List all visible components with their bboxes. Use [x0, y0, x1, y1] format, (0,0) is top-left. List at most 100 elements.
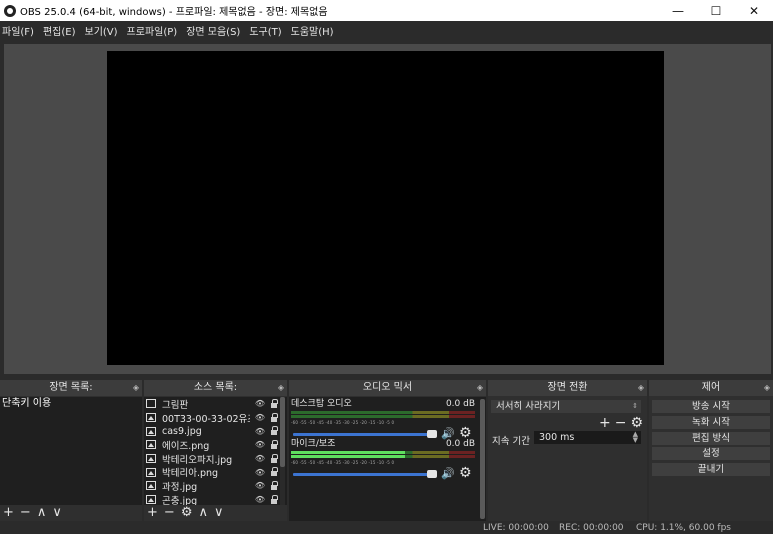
source-list-scrollbar[interactable]	[280, 397, 285, 505]
studio-mode-button[interactable]: 편집 방식	[652, 432, 770, 445]
volume-slider-handle[interactable]	[427, 430, 437, 438]
duration-spinbox[interactable]: 300 ms ▲ ▼	[534, 431, 641, 444]
source-name: cas9.jpg	[162, 425, 202, 437]
dock-float-icon[interactable]: ◈	[638, 380, 644, 396]
menu-file[interactable]: 파일(F)	[2, 23, 34, 38]
audio-mixer-header: 오디오 믹서 ◈	[289, 380, 486, 396]
source-item[interactable]: 과정.jpg 👁	[144, 479, 287, 493]
dock-float-icon[interactable]: ◈	[477, 380, 483, 396]
title-bar: OBS 25.0.4 (64-bit, windows) - 프로파일: 제목없…	[0, 0, 773, 21]
minimize-button[interactable]: —	[659, 0, 697, 21]
scene-transitions-dock: 장면 전환 ◈ 서서히 사라지기 ⇕ + − ⚙ 지속 기간 300 ms ▲ ▼	[488, 380, 647, 521]
dock-float-icon[interactable]: ◈	[764, 380, 770, 396]
lock-icon[interactable]	[271, 426, 278, 436]
visibility-eye-icon[interactable]: 👁	[255, 468, 265, 477]
lock-icon[interactable]	[271, 412, 278, 422]
lock-icon[interactable]	[271, 494, 278, 504]
source-item[interactable]: cas9.jpg 👁	[144, 424, 287, 438]
menu-help[interactable]: 도움말(H)	[291, 23, 334, 38]
sources-dock: 소스 목록: ◈ 그림판 👁 00T33-00-33-02유즈 👁 cas9.j…	[144, 380, 287, 521]
remove-source-button[interactable]: −	[164, 506, 175, 520]
controls-body: 방송 시작 녹화 시작 편집 방식 설정 끝내기	[649, 397, 773, 521]
lock-icon[interactable]	[271, 440, 278, 450]
track-db: 0.0 dB	[445, 439, 475, 449]
rec-status: REC: 00:00:00	[559, 523, 624, 533]
menu-profile[interactable]: 프로파일(P)	[127, 23, 178, 38]
move-scene-down-button[interactable]: ∨	[52, 506, 62, 520]
add-transition-button[interactable]: +	[599, 415, 611, 431]
source-item[interactable]: 00T33-00-33-02유즈 👁	[144, 411, 287, 425]
move-scene-up-button[interactable]: ∧	[37, 506, 47, 520]
visibility-eye-icon[interactable]: 👁	[255, 495, 265, 504]
start-streaming-button[interactable]: 방송 시작	[652, 400, 770, 413]
visibility-eye-icon[interactable]: 👁	[255, 454, 265, 463]
dock-float-icon[interactable]: ◈	[133, 380, 139, 396]
menu-edit[interactable]: 편집(E)	[43, 23, 76, 38]
transition-properties-gear-icon[interactable]: ⚙	[630, 415, 643, 431]
gear-icon[interactable]: ⚙	[459, 465, 472, 481]
exit-button[interactable]: 끝내기	[652, 463, 770, 476]
visibility-eye-icon[interactable]: 👁	[255, 413, 265, 422]
mixer-scrollbar[interactable]	[480, 399, 485, 519]
lock-icon[interactable]	[271, 467, 278, 477]
settings-button[interactable]: 설정	[652, 447, 770, 460]
maximize-button[interactable]: ☐	[697, 0, 735, 21]
transitions-header: 장면 전환 ◈	[488, 380, 647, 396]
source-name: 과정.jpg	[162, 481, 198, 493]
window-source-icon	[146, 399, 156, 409]
remove-transition-button[interactable]: −	[615, 415, 627, 431]
image-source-icon	[146, 495, 156, 505]
menu-view[interactable]: 보기(V)	[85, 23, 118, 38]
lock-icon[interactable]	[271, 481, 278, 491]
dock-float-icon[interactable]: ◈	[278, 380, 284, 396]
visibility-eye-icon[interactable]: 👁	[255, 399, 265, 408]
move-source-down-button[interactable]: ∨	[214, 506, 224, 520]
sources-toolbar: + − ⚙ ∧ ∨	[144, 505, 287, 521]
volume-slider[interactable]	[293, 433, 433, 436]
remove-scene-button[interactable]: −	[20, 506, 31, 520]
source-properties-gear-icon[interactable]: ⚙	[181, 506, 193, 520]
move-source-up-button[interactable]: ∧	[198, 506, 208, 520]
visibility-eye-icon[interactable]: 👁	[255, 481, 265, 490]
source-item[interactable]: 박테리오파지.jpg 👁	[144, 452, 287, 466]
close-button[interactable]: ✕	[735, 0, 773, 21]
controls-header: 제어 ◈	[649, 380, 773, 396]
mixer-track-desktop-audio: 데스크탑 오디오 0.0 dB -60 -55 -50 -45 -40 -35 …	[291, 399, 475, 441]
track-name: 데스크탑 오디오	[291, 399, 352, 409]
preview-canvas[interactable]	[107, 51, 664, 365]
source-item[interactable]: 박테리아.png 👁	[144, 465, 287, 479]
source-name: 박테리오파지.jpg	[162, 454, 233, 466]
image-source-icon	[146, 426, 156, 436]
controls-dock: 제어 ◈ 방송 시작 녹화 시작 편집 방식 설정 끝내기	[649, 380, 773, 521]
volume-meter	[291, 451, 475, 460]
transition-select[interactable]: 서서히 사라지기 ⇕	[491, 400, 641, 413]
start-recording-button[interactable]: 녹화 시작	[652, 416, 770, 429]
track-db: 0.0 dB	[445, 399, 475, 409]
volume-slider[interactable]	[293, 473, 433, 476]
select-arrows-icon: ⇕	[632, 402, 638, 410]
source-item[interactable]: 에이즈.png 👁	[144, 438, 287, 452]
menu-scene-collection[interactable]: 장면 모음(S)	[186, 23, 240, 38]
volume-slider-handle[interactable]	[427, 470, 437, 478]
sources-dock-title: 소스 목록:	[193, 382, 238, 393]
scene-item[interactable]: 단축키 이용	[0, 397, 142, 411]
menu-bar: 파일(F) 편집(E) 보기(V) 프로파일(P) 장면 모음(S) 도구(T)…	[0, 21, 773, 40]
scrollbar-thumb[interactable]	[280, 397, 285, 467]
lock-icon[interactable]	[271, 399, 278, 408]
speaker-icon[interactable]: 🔊	[441, 467, 455, 480]
add-scene-button[interactable]: +	[3, 506, 14, 520]
transitions-body: 서서히 사라지기 ⇕ + − ⚙ 지속 기간 300 ms ▲ ▼	[488, 397, 647, 521]
source-item[interactable]: 그림판 👁	[144, 397, 287, 411]
mixer-body: 데스크탑 오디오 0.0 dB -60 -55 -50 -45 -40 -35 …	[289, 397, 486, 521]
source-name: 그림판	[162, 399, 189, 411]
visibility-eye-icon[interactable]: 👁	[255, 427, 265, 436]
status-bar: LIVE: 00:00:00 REC: 00:00:00 CPU: 1.1%, …	[0, 521, 773, 534]
source-list: 그림판 👁 00T33-00-33-02유즈 👁 cas9.jpg 👁 에이즈.…	[144, 397, 287, 505]
visibility-eye-icon[interactable]: 👁	[255, 440, 265, 449]
spin-arrows-icon[interactable]: ▲ ▼	[633, 431, 638, 444]
menu-tools[interactable]: 도구(T)	[249, 23, 281, 38]
add-source-button[interactable]: +	[147, 506, 158, 520]
duration-label: 지속 기간	[492, 436, 530, 447]
source-item[interactable]: 곤충.jpg 👁	[144, 493, 287, 505]
lock-icon[interactable]	[271, 453, 278, 463]
